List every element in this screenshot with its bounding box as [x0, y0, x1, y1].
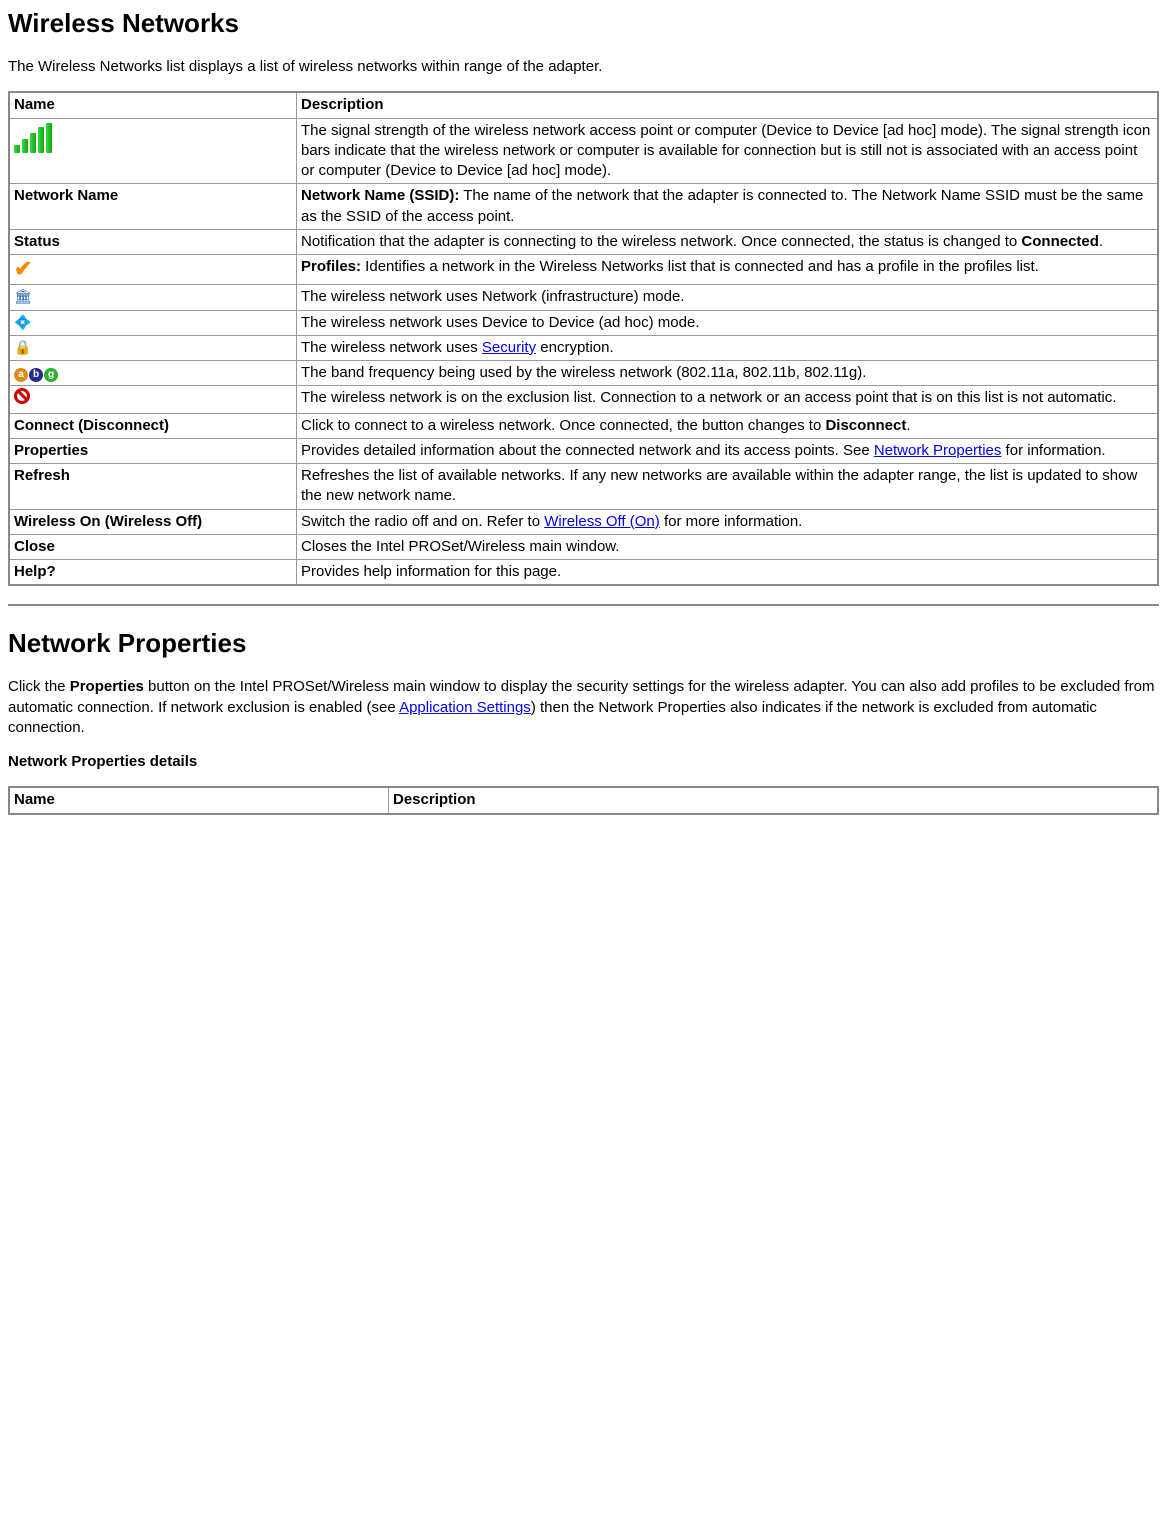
- status-label: Status: [9, 229, 297, 254]
- network-properties-link[interactable]: Network Properties: [874, 442, 1002, 459]
- application-settings-link[interactable]: Application Settings: [399, 699, 531, 716]
- properties-desc: Provides detailed information about the …: [297, 438, 1159, 463]
- signal-strength-icon: [14, 121, 52, 155]
- wireless-off-on-link[interactable]: Wireless Off (On): [544, 513, 660, 530]
- table-row: 🏛 The wireless network uses Network (inf…: [9, 285, 1158, 310]
- connect-desc: Click to connect to a wireless network. …: [297, 413, 1159, 438]
- table-row: Help? Provides help information for this…: [9, 560, 1158, 586]
- profiles-desc: Profiles: Identifies a network in the Wi…: [297, 255, 1159, 285]
- network-properties-table: Name Description: [8, 786, 1159, 814]
- no-entry-icon: [14, 388, 30, 404]
- table-row: Status Notification that the adapter is …: [9, 229, 1158, 254]
- connect-desc-b: Disconnect: [825, 417, 906, 434]
- connect-label: Connect (Disconnect): [9, 413, 297, 438]
- col-header-name: Name: [9, 787, 389, 813]
- wireless-onoff-label: Wireless On (Wireless Off): [9, 509, 297, 534]
- connect-desc-a: Click to connect to a wireless network. …: [301, 417, 825, 434]
- band-desc: The band frequency being used by the wir…: [297, 361, 1159, 386]
- table-header-row: Name Description: [9, 92, 1158, 118]
- status-desc: Notification that the adapter is connect…: [297, 229, 1159, 254]
- table-row: 💠 The wireless network uses Device to De…: [9, 310, 1158, 335]
- help-label: Help?: [9, 560, 297, 586]
- wireless-desc-b: for more information.: [660, 513, 803, 530]
- profiles-bold: Profiles:: [301, 258, 361, 275]
- np-subhead-text: Network Properties details: [8, 753, 197, 770]
- network-name-desc: Network Name (SSID): The name of the net…: [297, 184, 1159, 230]
- section-divider: [8, 604, 1159, 606]
- section-heading-wireless-networks: Wireless Networks: [8, 8, 1159, 39]
- table-row: Properties Provides detailed information…: [9, 438, 1158, 463]
- adhoc-desc: The wireless network uses Device to Devi…: [297, 310, 1159, 335]
- security-desc: The wireless network uses Security encry…: [297, 335, 1159, 360]
- refresh-label: Refresh: [9, 464, 297, 510]
- exclusion-icon-cell: [9, 386, 297, 413]
- table-row: abg The band frequency being used by the…: [9, 361, 1158, 386]
- network-name-bold: Network Name (SSID):: [301, 187, 459, 204]
- table-row: Close Closes the Intel PROSet/Wireless m…: [9, 534, 1158, 559]
- network-properties-subhead: Network Properties details: [8, 752, 1159, 772]
- band-abg-icon: abg: [14, 368, 58, 382]
- col-header-description: Description: [297, 92, 1159, 118]
- infrastructure-icon-cell: 🏛: [9, 285, 297, 310]
- table-row: ✔ Profiles: Identifies a network in the …: [9, 255, 1158, 285]
- table-row: The signal strength of the wireless netw…: [9, 118, 1158, 184]
- table-row: The wireless network is on the exclusion…: [9, 386, 1158, 413]
- infrastructure-icon: 🏛: [14, 289, 32, 303]
- exclusion-desc: The wireless network is on the exclusion…: [297, 386, 1159, 413]
- col-header-name: Name: [9, 92, 297, 118]
- refresh-desc: Refreshes the list of available networks…: [297, 464, 1159, 510]
- np-intro-b: Properties: [70, 678, 144, 695]
- properties-desc-a: Provides detailed information about the …: [301, 442, 874, 459]
- col-header-description-text: Description: [301, 96, 384, 113]
- security-desc-a: The wireless network uses: [301, 339, 482, 356]
- profile-check-icon-cell: ✔: [9, 255, 297, 285]
- table-row: Connect (Disconnect) Click to connect to…: [9, 413, 1158, 438]
- signal-strength-desc: The signal strength of the wireless netw…: [297, 118, 1159, 184]
- adhoc-icon-cell: 💠: [9, 310, 297, 335]
- help-desc: Provides help information for this page.: [297, 560, 1159, 586]
- status-desc-a: Notification that the adapter is connect…: [301, 233, 1021, 250]
- table-row: Refresh Refreshes the list of available …: [9, 464, 1158, 510]
- profiles-rest: Identifies a network in the Wireless Net…: [361, 258, 1039, 275]
- intro-paragraph: The Wireless Networks list displays a li…: [8, 57, 1159, 77]
- close-label: Close: [9, 534, 297, 559]
- wireless-onoff-desc: Switch the radio off and on. Refer to Wi…: [297, 509, 1159, 534]
- connect-desc-c: .: [906, 417, 910, 434]
- close-desc: Closes the Intel PROSet/Wireless main wi…: [297, 534, 1159, 559]
- table-row: Network Name Network Name (SSID): The na…: [9, 184, 1158, 230]
- wireless-desc-a: Switch the radio off and on. Refer to: [301, 513, 544, 530]
- table-row: Wireless On (Wireless Off) Switch the ra…: [9, 509, 1158, 534]
- security-desc-b: encryption.: [536, 339, 614, 356]
- section-heading-network-properties: Network Properties: [8, 628, 1159, 659]
- col-header-description: Description: [389, 787, 1159, 813]
- np-intro-a: Click the: [8, 678, 70, 695]
- status-desc-c: .: [1099, 233, 1103, 250]
- checkmark-icon: ✔: [14, 257, 32, 281]
- adhoc-icon: 💠: [14, 315, 31, 329]
- table-header-row: Name Description: [9, 787, 1158, 813]
- network-properties-intro: Click the Properties button on the Intel…: [8, 677, 1159, 738]
- network-name-label: Network Name: [9, 184, 297, 230]
- security-icon-cell: 🔒: [9, 335, 297, 360]
- col-header-description-text: Description: [393, 791, 476, 808]
- infrastructure-desc: The wireless network uses Network (infra…: [297, 285, 1159, 310]
- band-icon-cell: abg: [9, 361, 297, 386]
- lock-icon: 🔒: [14, 340, 31, 354]
- signal-strength-icon-cell: [9, 118, 297, 184]
- status-desc-b: Connected: [1021, 233, 1099, 250]
- wireless-networks-table: Name Description The signal strength of …: [8, 91, 1159, 586]
- security-link[interactable]: Security: [482, 339, 536, 356]
- properties-desc-b: for information.: [1001, 442, 1105, 459]
- properties-label: Properties: [9, 438, 297, 463]
- table-row: 🔒 The wireless network uses Security enc…: [9, 335, 1158, 360]
